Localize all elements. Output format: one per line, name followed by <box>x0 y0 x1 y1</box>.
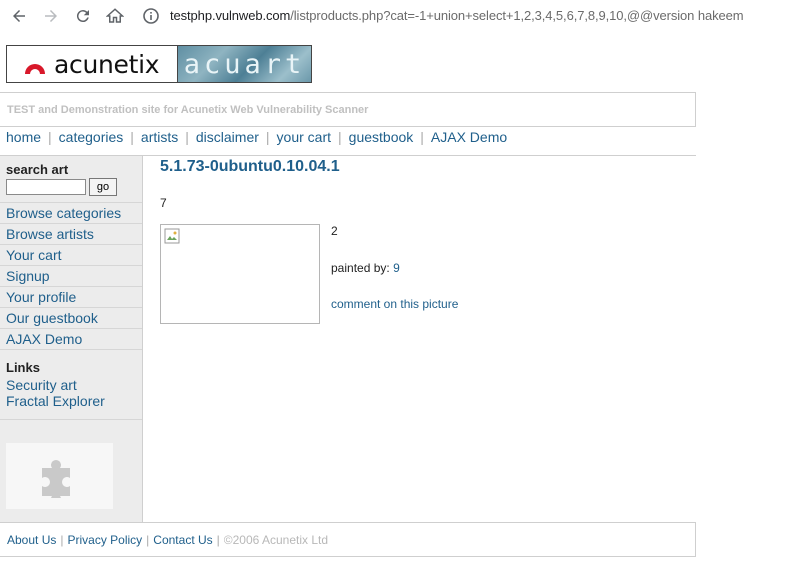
search-go-button[interactable]: go <box>89 178 117 196</box>
sidebar-item-your-cart: Your cart <box>0 245 142 266</box>
sidebar-item-browse-categories: Browse categories <box>0 203 142 224</box>
home-icon[interactable] <box>104 5 126 27</box>
sidebar-link[interactable]: Our guestbook <box>6 310 98 326</box>
acunetix-wordmark: acunetix <box>54 49 160 79</box>
menu-artists[interactable]: artists <box>141 129 178 145</box>
menu-your-cart[interactable]: your cart <box>277 129 331 145</box>
puzzle-icon <box>41 460 70 498</box>
search-input[interactable] <box>6 179 86 195</box>
site-tagline: TEST and Demonstration site for Acunetix… <box>0 92 696 127</box>
artwork-thumbnail[interactable] <box>160 224 320 324</box>
sidebar-link[interactable]: Browse artists <box>6 226 94 242</box>
painted-by-line: painted by: 9 <box>331 261 400 275</box>
menu-separator: | <box>420 129 424 145</box>
address-bar[interactable]: testphp.vulnweb.com/listproducts.php?cat… <box>170 8 744 23</box>
search-title: search art <box>6 162 69 177</box>
missing-plugin-placeholder[interactable] <box>6 443 113 509</box>
menu-separator: | <box>265 129 270 145</box>
menu-separator: | <box>338 129 342 145</box>
sidebar-link[interactable]: AJAX Demo <box>6 331 82 347</box>
site-logo[interactable]: acunetix acuart <box>6 45 312 83</box>
url-path: /listproducts.php?cat=-1+union+select+1,… <box>290 8 744 23</box>
menu-home[interactable]: home <box>6 129 41 145</box>
url-host: testphp.vulnweb.com <box>170 8 291 23</box>
left-sidebar: search art go Browse categories Browse a… <box>0 156 143 522</box>
footer-separator: | <box>60 532 64 547</box>
menu-disclaimer[interactable]: disclaimer <box>196 129 259 145</box>
painted-by-label: painted by: <box>331 261 390 275</box>
back-arrow-icon[interactable] <box>8 5 30 27</box>
sidebar-link[interactable]: Browse categories <box>6 205 121 221</box>
comment-link[interactable]: comment on this picture <box>331 297 458 311</box>
acunetix-mark-icon <box>25 64 45 74</box>
links-title: Links <box>6 360 40 375</box>
footer-contact-us[interactable]: Contact Us <box>153 533 212 547</box>
sidebar-link[interactable]: Signup <box>6 268 50 284</box>
footer: About Us | Privacy Policy | Contact Us |… <box>0 522 696 557</box>
artist-link[interactable]: 9 <box>393 261 400 275</box>
acuart-wordmark: acuart <box>183 48 306 80</box>
link-fractal-explorer[interactable]: Fractal Explorer <box>6 393 105 409</box>
footer-about-us[interactable]: About Us <box>7 533 56 547</box>
artwork-title: 2 <box>331 224 338 238</box>
sidebar-item-our-guestbook: Our guestbook <box>0 308 142 329</box>
sidebar-item-signup: Signup <box>0 266 142 287</box>
footer-separator: | <box>216 532 220 547</box>
sidebar-link[interactable]: Your profile <box>6 289 76 305</box>
sidebar-item-browse-artists: Browse artists <box>0 224 142 245</box>
top-menu: home | categories | artists | disclaimer… <box>6 128 507 146</box>
browser-toolbar: testphp.vulnweb.com/listproducts.php?cat… <box>0 0 793 32</box>
links-list: Security art Fractal Explorer <box>6 377 105 409</box>
menu-ajax-demo[interactable]: AJAX Demo <box>431 129 507 145</box>
acunetix-logo: acunetix <box>7 46 178 82</box>
menu-separator: | <box>48 129 52 145</box>
copyright: ©2006 Acunetix Ltd <box>223 532 329 547</box>
page-title: 5.1.73-0ubuntu0.10.04.1 <box>160 158 340 175</box>
reload-icon[interactable] <box>72 5 94 27</box>
menu-separator: | <box>130 129 134 145</box>
info-icon[interactable] <box>143 8 159 24</box>
footer-privacy-policy[interactable]: Privacy Policy <box>67 533 142 547</box>
tagline-text: TEST and Demonstration site for Acunetix… <box>7 103 369 116</box>
menu-categories[interactable]: categories <box>59 129 124 145</box>
sidebar-item-ajax-demo: AJAX Demo <box>0 329 142 350</box>
footer-separator: | <box>146 532 150 547</box>
sidebar-link[interactable]: Your cart <box>6 247 62 263</box>
acuart-logo: acuart <box>178 46 311 82</box>
link-security-art[interactable]: Security art <box>6 377 105 393</box>
divider <box>0 419 142 420</box>
sidebar-item-your-profile: Your profile <box>0 287 142 308</box>
item-count: 7 <box>160 196 167 210</box>
sidebar-nav: Browse categories Browse artists Your ca… <box>0 202 142 350</box>
forward-arrow-icon[interactable] <box>40 5 62 27</box>
menu-guestbook[interactable]: guestbook <box>349 129 414 145</box>
broken-image-icon <box>164 228 180 244</box>
menu-separator: | <box>185 129 189 145</box>
